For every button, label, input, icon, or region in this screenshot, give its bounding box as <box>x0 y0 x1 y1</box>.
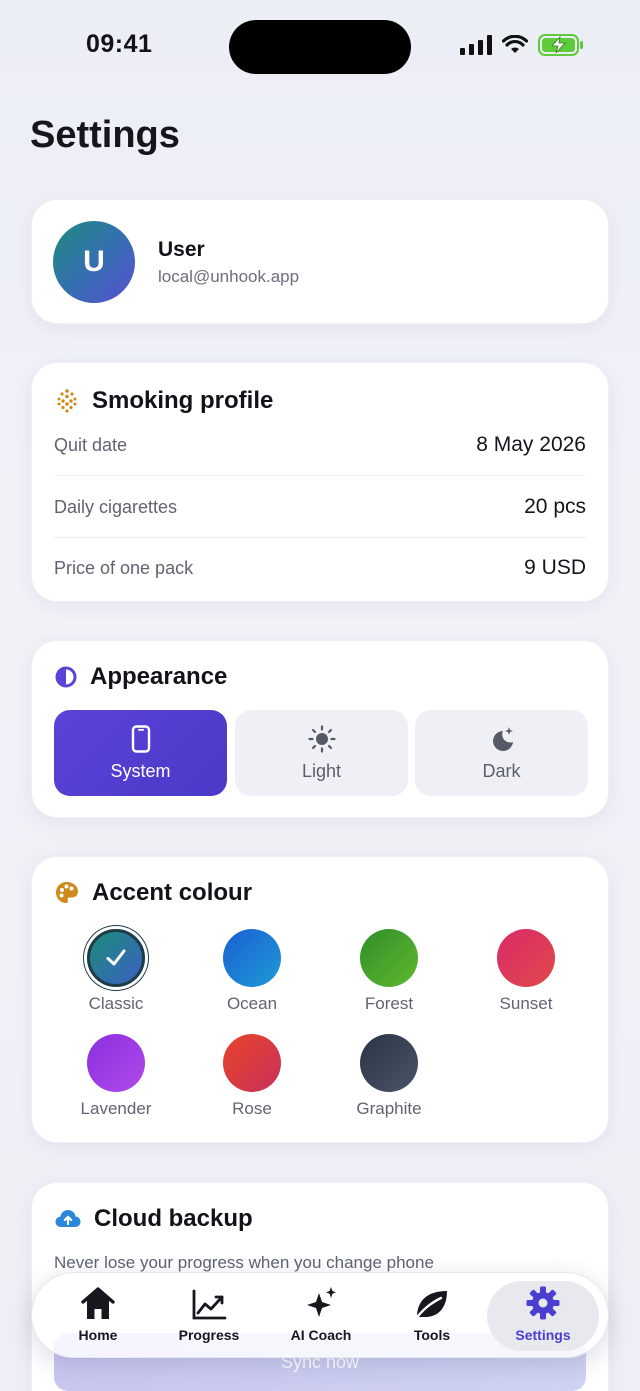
gear-icon <box>526 1286 560 1320</box>
status-bar: 09:41 <box>0 0 640 92</box>
swatch-dot <box>87 929 145 987</box>
cellular-signal-icon <box>460 35 492 55</box>
swatch-sunset[interactable]: Sunset <box>471 929 581 1014</box>
status-time: 09:41 <box>86 30 153 58</box>
user-email: local@unhook.app <box>158 267 300 286</box>
profile-card[interactable]: U User local@unhook.app <box>31 199 609 324</box>
row-value: 20 pcs <box>524 495 586 518</box>
swatch-dot <box>360 929 418 987</box>
row-label: Quit date <box>54 434 128 455</box>
swatch-classic[interactable]: Classic <box>61 929 171 1014</box>
sparkles-icon <box>307 1287 336 1317</box>
swatch-dot <box>223 929 281 987</box>
status-icons <box>460 34 584 56</box>
tab-label: Settings <box>515 1327 571 1343</box>
swatch-name: Graphite <box>356 1099 422 1118</box>
swatch-dot <box>223 1034 281 1092</box>
smoke-icon <box>57 389 77 413</box>
swatch-name: Sunset <box>499 994 553 1013</box>
cloud-backup-header: Cloud backup <box>54 1205 253 1233</box>
swatch-name: Lavender <box>80 1099 152 1118</box>
row-value: 9 USD <box>524 556 586 579</box>
swatch-dot <box>497 929 555 987</box>
swatch-name: Classic <box>88 994 144 1013</box>
swatch-dot <box>360 1034 418 1092</box>
palette-icon <box>56 882 78 903</box>
accent-title: Accent colour <box>92 879 253 906</box>
appearance-header: Appearance <box>54 663 227 691</box>
swatch-forest[interactable]: Forest <box>334 929 444 1014</box>
swatch-name: Rose <box>232 1099 272 1118</box>
cloud-backup-title: Cloud backup <box>94 1205 253 1232</box>
swatch-graphite[interactable]: Graphite <box>334 1034 444 1119</box>
dynamic-island <box>229 20 411 74</box>
tab-settings[interactable]: Settings <box>487 1281 599 1351</box>
swatch-ocean[interactable]: Ocean <box>197 929 307 1014</box>
contrast-icon <box>55 666 77 688</box>
phone-icon <box>131 724 150 753</box>
swatch-rose[interactable]: Rose <box>197 1034 307 1119</box>
tab-tools[interactable]: Tools <box>376 1281 488 1351</box>
swatch-name: Forest <box>364 994 414 1013</box>
page-title: Settings <box>30 114 180 156</box>
wifi-icon <box>502 35 528 53</box>
tab-progress[interactable]: Progress <box>153 1281 265 1351</box>
tab-label: AI Coach <box>290 1327 352 1343</box>
smoking-profile-header: Smoking profile <box>54 387 273 415</box>
home-icon <box>81 1287 115 1319</box>
row-label: Price of one pack <box>54 557 194 578</box>
accent-header: Accent colour <box>54 879 252 907</box>
cloud-backup-description: Never lose your progress when you change… <box>54 1253 434 1272</box>
accent-colour-card: Accent colour Classic Ocean Forest Sunse… <box>31 856 609 1143</box>
smoking-profile-title: Smoking profile <box>92 387 274 414</box>
swatch-dot <box>87 1034 145 1092</box>
tab-ai-coach[interactable]: AI Coach <box>265 1281 377 1351</box>
appearance-title: Appearance <box>90 663 228 690</box>
mode-label: System <box>110 760 171 781</box>
sun-icon <box>307 724 336 753</box>
swatch-name: Ocean <box>226 994 278 1013</box>
pack-price-row[interactable]: Price of one pack 9 USD <box>54 537 586 599</box>
swatch-lavender[interactable]: Lavender <box>61 1034 171 1119</box>
mode-dark-button[interactable]: Dark <box>415 710 588 796</box>
moon-icon <box>492 726 513 751</box>
tab-label: Progress <box>178 1327 240 1343</box>
daily-cigarettes-row[interactable]: Daily cigarettes 20 pcs <box>54 476 586 538</box>
quit-date-row[interactable]: Quit date 8 May 2026 <box>54 414 586 476</box>
leaf-icon <box>413 1291 447 1321</box>
battery-charging-icon <box>538 34 583 56</box>
cloud-upload-icon <box>55 1210 81 1227</box>
mode-system-button[interactable]: System <box>54 710 227 796</box>
avatar: U <box>53 221 135 303</box>
appearance-card: Appearance System Light Dark <box>31 640 609 818</box>
row-value: 8 May 2026 <box>476 433 586 456</box>
tab-bar: Home Progress AI Coach Tools Settings <box>31 1272 609 1358</box>
tab-label: Tools <box>413 1327 451 1343</box>
tab-home[interactable]: Home <box>42 1281 154 1351</box>
smoking-profile-card: Smoking profile Quit date 8 May 2026 Dai… <box>31 362 609 602</box>
mode-light-button[interactable]: Light <box>235 710 408 796</box>
row-label: Daily cigarettes <box>54 496 178 517</box>
chart-trend-icon <box>192 1289 227 1320</box>
user-name: User <box>158 238 205 261</box>
mode-label: Dark <box>482 760 521 781</box>
mode-label: Light <box>301 760 342 781</box>
tab-label: Home <box>78 1327 118 1343</box>
checkmark-icon <box>106 949 126 966</box>
